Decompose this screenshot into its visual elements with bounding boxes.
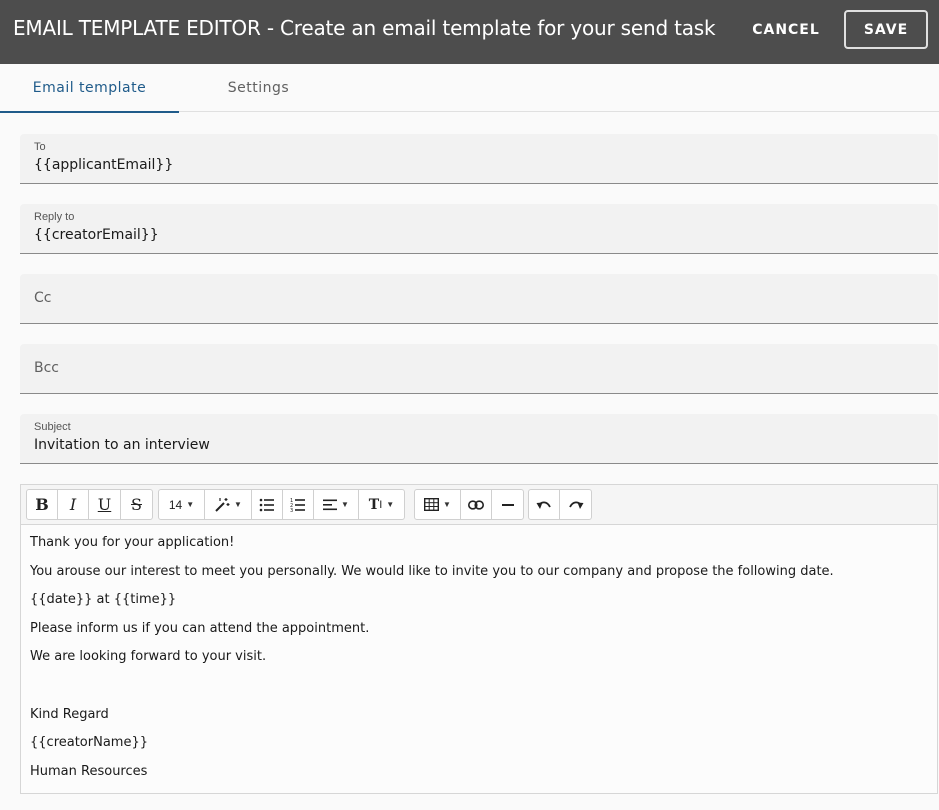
chevron-down-icon: ▼	[186, 500, 195, 509]
subject-label: Subject	[34, 421, 71, 433]
to-field[interactable]: To {{applicantEmail}}	[20, 134, 938, 184]
editor-toolbar: B I U S 14 ▼ ▼ 1 2 3 ▼ T I ▼ ▼	[21, 485, 937, 525]
format-group: 14 ▼ ▼ 1 2 3 ▼ T I ▼	[158, 489, 405, 520]
text-style-group: B I U S	[26, 489, 153, 520]
tab-bar: Email template Settings	[0, 64, 939, 113]
align-icon[interactable]: ▼	[314, 490, 359, 519]
table-glyph	[424, 498, 440, 511]
body-line	[30, 678, 925, 707]
body-line: Thank you for your application!	[30, 535, 235, 550]
active-tab-indicator	[0, 111, 179, 113]
chevron-down-icon: ▼	[341, 500, 349, 509]
font-size-select[interactable]: 14 ▼	[159, 490, 205, 519]
page-title: EMAIL TEMPLATE EDITOR - Create an email …	[13, 16, 716, 40]
bold-icon[interactable]: B	[27, 490, 58, 519]
body-line: {{date}} at {{time}}	[30, 592, 177, 608]
tab-label: Email template	[32, 80, 147, 96]
body-line: Human Resources	[30, 763, 148, 779]
subject-field[interactable]: Subject Invitation to an interview	[20, 414, 938, 464]
undo-glyph	[536, 500, 551, 509]
save-button[interactable]: SAVE	[844, 10, 928, 49]
reply-to-input[interactable]: {{creatorEmail}}	[34, 227, 924, 243]
bullet-list-icon[interactable]	[252, 490, 283, 519]
underline-icon[interactable]: U	[89, 490, 121, 519]
bullet-list-glyph	[259, 498, 274, 511]
chevron-down-icon: ▼	[386, 500, 395, 509]
align-glyph	[323, 499, 338, 510]
redo-glyph	[568, 500, 583, 509]
numbered-list-icon[interactable]: 1 2 3	[283, 490, 314, 519]
bcc-placeholder: Bcc	[34, 360, 59, 376]
tab-email-template[interactable]: Email template	[0, 64, 179, 113]
horizontal-rule-icon[interactable]	[492, 490, 523, 519]
link-icon[interactable]	[461, 490, 492, 519]
reply-to-label: Reply to	[34, 211, 75, 223]
numbered-list-glyph: 1 2 3	[290, 498, 305, 512]
to-label: To	[34, 141, 46, 153]
tab-settings[interactable]: Settings	[169, 64, 348, 112]
rich-text-editor: B I U S 14 ▼ ▼ 1 2 3 ▼ T I ▼ ▼ Thank you…	[20, 484, 938, 794]
text-height-icon[interactable]: TI ▼	[359, 490, 404, 519]
body-line: Please inform us if you can attend the a…	[30, 620, 370, 636]
link-glyph	[468, 499, 484, 510]
chevron-down-icon: ▼	[234, 500, 242, 509]
redo-icon[interactable]	[560, 490, 591, 519]
insert-group: ▼	[414, 489, 524, 520]
reply-to-field[interactable]: Reply to {{creatorEmail}}	[20, 204, 938, 254]
subject-input[interactable]: Invitation to an interview	[34, 437, 924, 453]
cc-placeholder: Cc	[34, 290, 52, 306]
cc-field[interactable]: Cc	[20, 274, 938, 324]
magic-wand-icon[interactable]: ▼	[205, 490, 252, 519]
editor-content[interactable]: Thank you for your application! You arou…	[30, 535, 925, 792]
to-input[interactable]: {{applicantEmail}}	[34, 157, 924, 173]
body-line: We are looking forward to your visit.	[30, 649, 267, 665]
svg-text:3: 3	[290, 508, 293, 512]
chevron-down-icon: ▼	[443, 500, 451, 509]
font-size-value: 14	[168, 497, 183, 512]
body-line: {{creatorName}}	[30, 735, 149, 751]
magic-wand-glyph	[215, 497, 230, 512]
bcc-field[interactable]: Bcc	[20, 344, 938, 394]
italic-icon[interactable]: I	[58, 490, 89, 519]
history-group	[528, 489, 592, 520]
table-icon[interactable]: ▼	[415, 490, 461, 519]
app-header: EMAIL TEMPLATE EDITOR - Create an email …	[0, 0, 939, 64]
body-line: You arouse our interest to meet you pers…	[30, 563, 834, 579]
undo-icon[interactable]	[529, 490, 560, 519]
cancel-button[interactable]: CANCEL	[744, 10, 828, 49]
body-line: Kind Regard	[30, 706, 109, 722]
strikethrough-icon[interactable]: S	[121, 490, 152, 519]
tab-label: Settings	[227, 80, 290, 96]
horizontal-rule-glyph	[501, 503, 514, 506]
